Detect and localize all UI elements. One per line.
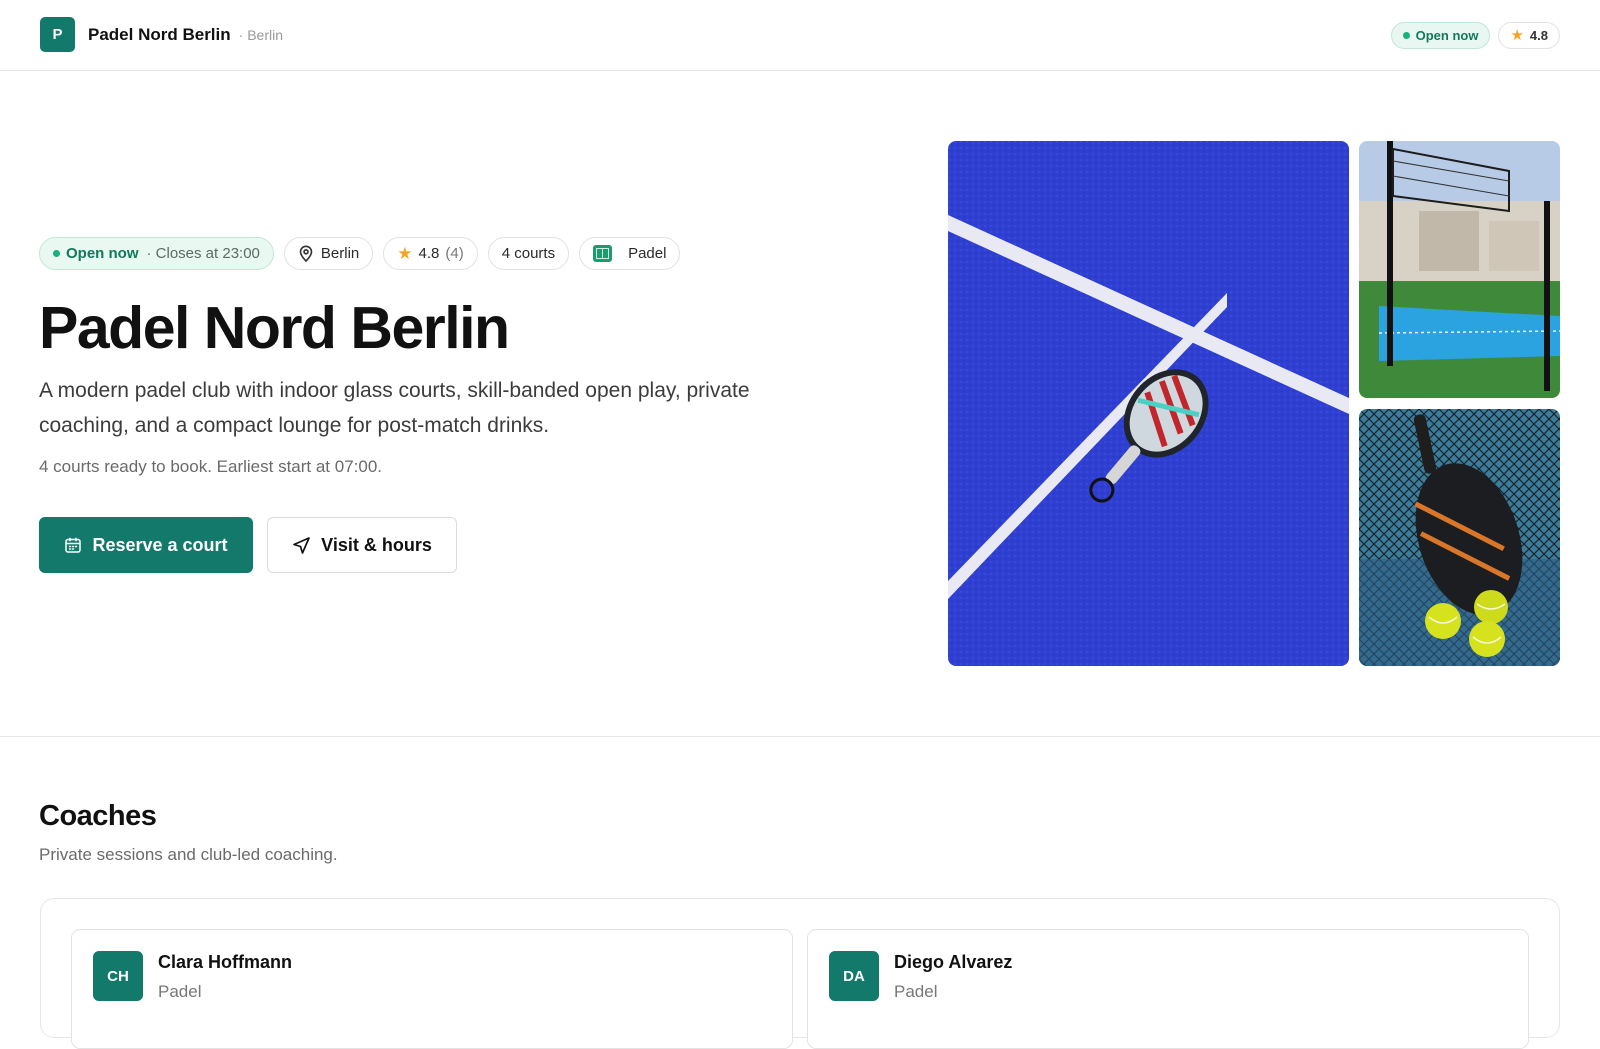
brand[interactable]: P Padel Nord Berlin · Berlin (40, 17, 283, 52)
brand-logo: P (40, 17, 75, 52)
court-photo-main[interactable] (948, 141, 1349, 666)
open-status-label: Open now (1415, 28, 1479, 43)
star-icon: ★ (1510, 27, 1524, 44)
rating-badge: ★ 4.8 (1498, 22, 1560, 49)
rating-chip[interactable]: ★ 4.8 (4) (383, 237, 478, 270)
location-chip[interactable]: Berlin (283, 237, 374, 270)
coach-name: Diego Alvarez (894, 952, 1013, 972)
navigation-arrow-icon (292, 536, 311, 555)
court-icon (593, 245, 613, 262)
availability-text: 4 courts ready to book. Earliest start a… (39, 457, 383, 476)
reserve-court-button[interactable]: Reserve a court (39, 517, 253, 573)
map-pin-icon (298, 245, 314, 262)
court-photo-outdoor[interactable] (1359, 141, 1560, 398)
avatar: CH (93, 951, 143, 1001)
courts-chip-label: 4 courts (501, 245, 556, 262)
coach-card[interactable]: DA Diego Alvarez Padel (807, 929, 1529, 1049)
open-status-badge: Open now (1390, 22, 1491, 49)
coach-name: Clara Hoffmann (158, 952, 293, 972)
hero-chips: Open now · Closes at 23:00 Berlin ★ 4.8 … (39, 237, 681, 270)
brand-name: Padel Nord Berlin (88, 24, 231, 44)
coach-sport: Padel (894, 982, 938, 1001)
open-chip-label: Open now (66, 245, 139, 262)
visit-hours-label: Visit & hours (321, 534, 432, 555)
top-bar: P Padel Nord Berlin · Berlin Open now ★ … (0, 0, 1600, 71)
coaches-heading: Coaches (39, 800, 157, 832)
rating-chip-count: (4) (445, 245, 464, 262)
coaches-panel: CH Clara Hoffmann Padel DA Diego Alvarez… (40, 898, 1560, 1049)
status-dot-icon (53, 250, 60, 257)
star-icon: ★ (397, 244, 413, 263)
visit-hours-button[interactable]: Visit & hours (267, 517, 457, 573)
rating-chip-value: 4.8 (418, 245, 440, 262)
hero-description: A modern padel club with indoor glass co… (39, 379, 750, 437)
coach-sport: Padel (158, 982, 202, 1001)
rating-value: 4.8 (1529, 28, 1548, 43)
coach-card[interactable]: CH Clara Hoffmann Padel (71, 929, 793, 1049)
calendar-icon (64, 536, 82, 554)
brand-city: · Berlin (238, 26, 283, 43)
header-status-group: Open now ★ 4.8 (1390, 22, 1560, 49)
sport-chip-label: Padel (628, 245, 667, 262)
avatar: DA (829, 951, 879, 1001)
section-divider (0, 736, 1600, 737)
coaches-subtitle: Private sessions and club-led coaching. (39, 845, 338, 864)
status-dot-icon (1402, 32, 1410, 39)
courts-chip: 4 courts (487, 237, 570, 270)
location-chip-label: Berlin (320, 245, 360, 262)
sport-chip: Padel (579, 237, 681, 270)
closing-time: · Closes at 23:00 (146, 245, 260, 262)
racket-net-photo[interactable] (1359, 409, 1560, 666)
page-title: Padel Nord Berlin (39, 295, 510, 361)
open-chip: Open now · Closes at 23:00 (39, 237, 274, 270)
reserve-court-label: Reserve a court (92, 534, 228, 555)
